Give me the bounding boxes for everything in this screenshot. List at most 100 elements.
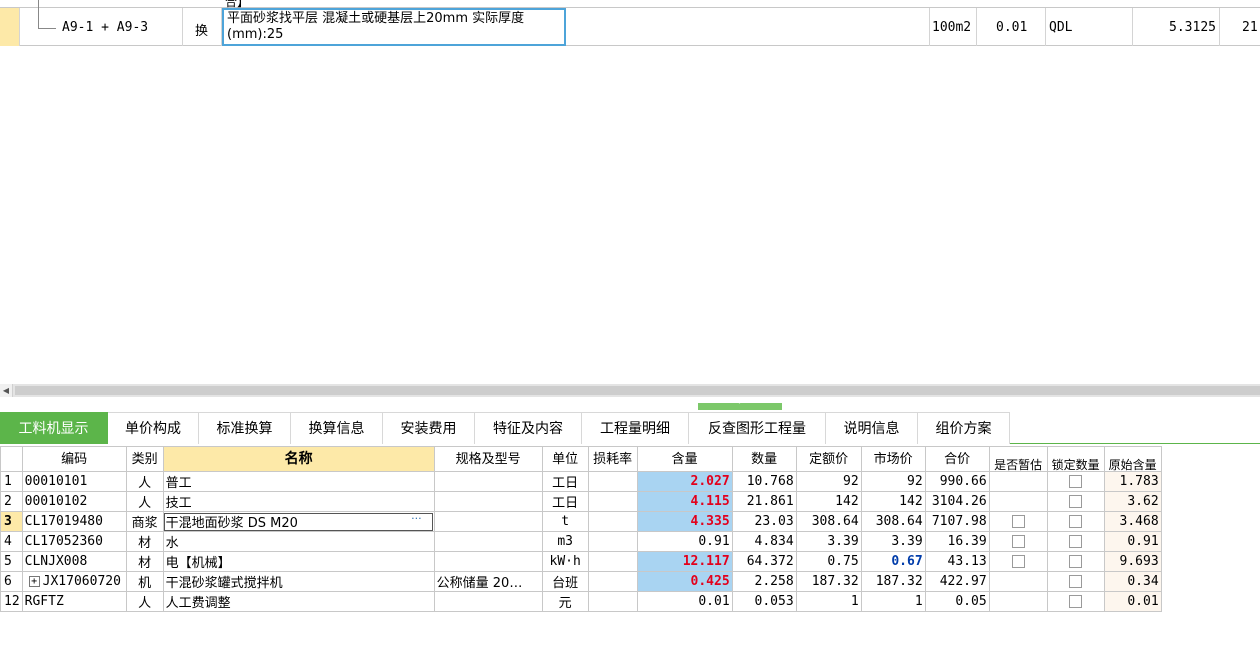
cell-amount[interactable]: 0.053 <box>731 591 797 612</box>
row-number[interactable]: 4 <box>0 531 23 552</box>
scroll-left-icon[interactable]: ◀ <box>0 384 13 397</box>
cell-orig-content[interactable]: 0.91 <box>1103 531 1162 552</box>
expand-icon[interactable]: + <box>28 576 40 587</box>
tab-install-fee[interactable]: 安装费用 <box>383 412 475 444</box>
cell-code[interactable]: CL17019480 <box>21 511 127 532</box>
cell-amount[interactable]: 64.372 <box>731 551 797 572</box>
cell-code[interactable]: 00010102 <box>21 491 127 512</box>
cell-market-price[interactable]: 92 <box>860 471 926 492</box>
cell-amount[interactable]: 10.768 <box>731 471 797 492</box>
cell-market-price[interactable]: 187.32 <box>860 571 926 592</box>
header-lock-amount[interactable]: 锁定数量 <box>1046 446 1105 472</box>
header-name[interactable]: 名称 <box>162 446 435 472</box>
cell-amount[interactable]: 2.258 <box>731 571 797 592</box>
lock-checkbox[interactable] <box>1069 475 1083 488</box>
cell-is-estimate[interactable] <box>988 571 1048 592</box>
table-row[interactable]: 2 00010102 人技工 工日 4.115 21.861 142 142 3104.26 3.… <box>0 491 1162 512</box>
cell-category[interactable]: 人 <box>125 471 164 492</box>
cell-category[interactable]: 商浆 <box>125 511 164 532</box>
cell-unit[interactable]: 元 <box>541 591 589 612</box>
estimate-checkbox[interactable] <box>1011 555 1025 568</box>
row-number[interactable]: 1 <box>0 471 23 492</box>
cell-market-price[interactable]: 308.64 <box>860 511 926 532</box>
cell-unit[interactable]: 工日 <box>541 491 589 512</box>
panel-splitter[interactable]: ﹀ <box>698 401 782 411</box>
table-row[interactable]: 12 RGFTZ 人人工费调整 元 0.01 0.053 1 1 0.05 0.01 <box>0 591 1162 612</box>
quota-row[interactable]: A9-1 + A9-3 换 平面砂浆找平层 混凝土或硬基层上20mm 实际厚度(… <box>0 0 1260 46</box>
cell-total[interactable]: 422.97 <box>924 571 990 592</box>
scrollbar-thumb[interactable] <box>15 386 1260 395</box>
cell-spec[interactable] <box>433 551 543 572</box>
cell-lock-amount[interactable] <box>1046 511 1105 532</box>
cell-spec[interactable]: 公称储量 20… <box>433 571 543 592</box>
cell-orig-content[interactable]: 3.62 <box>1103 491 1162 512</box>
cell-unit[interactable]: t <box>541 511 589 532</box>
cell-category[interactable]: 人 <box>125 491 164 512</box>
estimate-checkbox[interactable] <box>1011 515 1025 528</box>
row-number[interactable]: 5 <box>0 551 23 572</box>
cell-total[interactable]: 43.13 <box>924 551 990 572</box>
cell-loss[interactable] <box>587 591 638 612</box>
cell-category[interactable]: 材 <box>125 531 164 552</box>
cell-total[interactable]: 7107.98 <box>924 511 990 532</box>
cell-is-estimate[interactable] <box>988 531 1048 552</box>
cell-is-estimate[interactable] <box>988 591 1048 612</box>
cell-content[interactable]: 0.425 <box>636 571 733 592</box>
cell-content[interactable]: 2.027 <box>636 471 733 492</box>
header-total[interactable]: 合价 <box>924 446 990 472</box>
estimate-checkbox[interactable] <box>1011 535 1025 548</box>
cell-lock-amount[interactable] <box>1046 531 1105 552</box>
more-options-icon[interactable]: ··· <box>411 513 422 526</box>
lock-checkbox[interactable] <box>1069 495 1083 508</box>
unit-cell[interactable]: 100m2 <box>930 8 977 46</box>
cell-category[interactable]: 机 <box>125 571 164 592</box>
header-loss[interactable]: 损耗率 <box>587 446 638 472</box>
cell-is-estimate[interactable] <box>988 471 1048 492</box>
cell-spec[interactable] <box>433 471 543 492</box>
cell-lock-amount[interactable] <box>1046 551 1105 572</box>
cell-lock-amount[interactable] <box>1046 591 1105 612</box>
cell-name[interactable]: 普工 <box>162 471 435 492</box>
table-row[interactable]: 6 + JX17060720 机干混砂浆罐式搅拌机 公称储量 20… 台班 0.425 2.2… <box>0 571 1162 592</box>
tab-resource-display[interactable]: 工料机显示 <box>0 412 108 444</box>
cell-total[interactable]: 990.66 <box>924 471 990 492</box>
cell-quota-price[interactable]: 1 <box>795 591 862 612</box>
cell-loss[interactable] <box>587 551 638 572</box>
cell-quota-price[interactable]: 142 <box>795 491 862 512</box>
cell-content[interactable]: 0.01 <box>636 591 733 612</box>
lock-checkbox[interactable] <box>1069 595 1083 608</box>
cell-lock-amount[interactable] <box>1046 491 1105 512</box>
cell-quota-price[interactable]: 308.64 <box>795 511 862 532</box>
cell-name[interactable]: 电【机械】 <box>162 551 435 572</box>
cell-quota-price[interactable]: 0.75 <box>795 551 862 572</box>
row-number[interactable]: 12 <box>0 591 23 612</box>
cell-unit[interactable]: kW·h <box>541 551 589 572</box>
cell-name[interactable]: 水 <box>162 531 435 552</box>
header-amount[interactable]: 数量 <box>731 446 797 472</box>
cell-loss[interactable] <box>587 471 638 492</box>
cell-amount[interactable]: 4.834 <box>731 531 797 552</box>
header-is-estimate[interactable]: 是否暂估 <box>988 446 1048 472</box>
tab-reverse-lookup[interactable]: 反查图形工程量 <box>689 412 826 444</box>
lock-checkbox[interactable] <box>1069 515 1083 528</box>
tab-description[interactable]: 说明信息 <box>826 412 918 444</box>
cell-spec[interactable] <box>433 491 543 512</box>
cell-lock-amount[interactable] <box>1046 571 1105 592</box>
table-row[interactable]: 3 CL17019480 商浆 干混地面砂浆 DS M20 ··· t 4.335 23.03… <box>0 511 1162 532</box>
header-unit[interactable]: 单位 <box>541 446 589 472</box>
tab-features[interactable]: 特征及内容 <box>475 412 582 444</box>
cell-spec[interactable] <box>433 511 543 532</box>
tab-standard-conversion[interactable]: 标准换算 <box>199 412 291 444</box>
tab-conversion-info[interactable]: 换算信息 <box>291 412 383 444</box>
value-cell[interactable]: 5.3125 <box>1133 8 1220 46</box>
cell-code[interactable]: CLNJX008 <box>21 551 127 572</box>
header-code[interactable]: 编码 <box>21 446 127 472</box>
cell-market-price[interactable]: 0.67 <box>860 551 926 572</box>
cell-content[interactable]: 4.115 <box>636 491 733 512</box>
row-number[interactable]: 3 <box>0 511 23 532</box>
cell-lock-amount[interactable] <box>1046 471 1105 492</box>
table-row[interactable]: 5 CLNJX008 材电【机械】 kW·h 12.117 64.372 0.75 0.67 4… <box>0 551 1162 572</box>
table-row[interactable]: 4 CL17052360 材水 m3 0.91 4.834 3.39 3.39 16.39 0.9… <box>0 531 1162 552</box>
cell-market-price[interactable]: 1 <box>860 591 926 612</box>
tab-pricing-scheme[interactable]: 组价方案 <box>918 412 1010 444</box>
